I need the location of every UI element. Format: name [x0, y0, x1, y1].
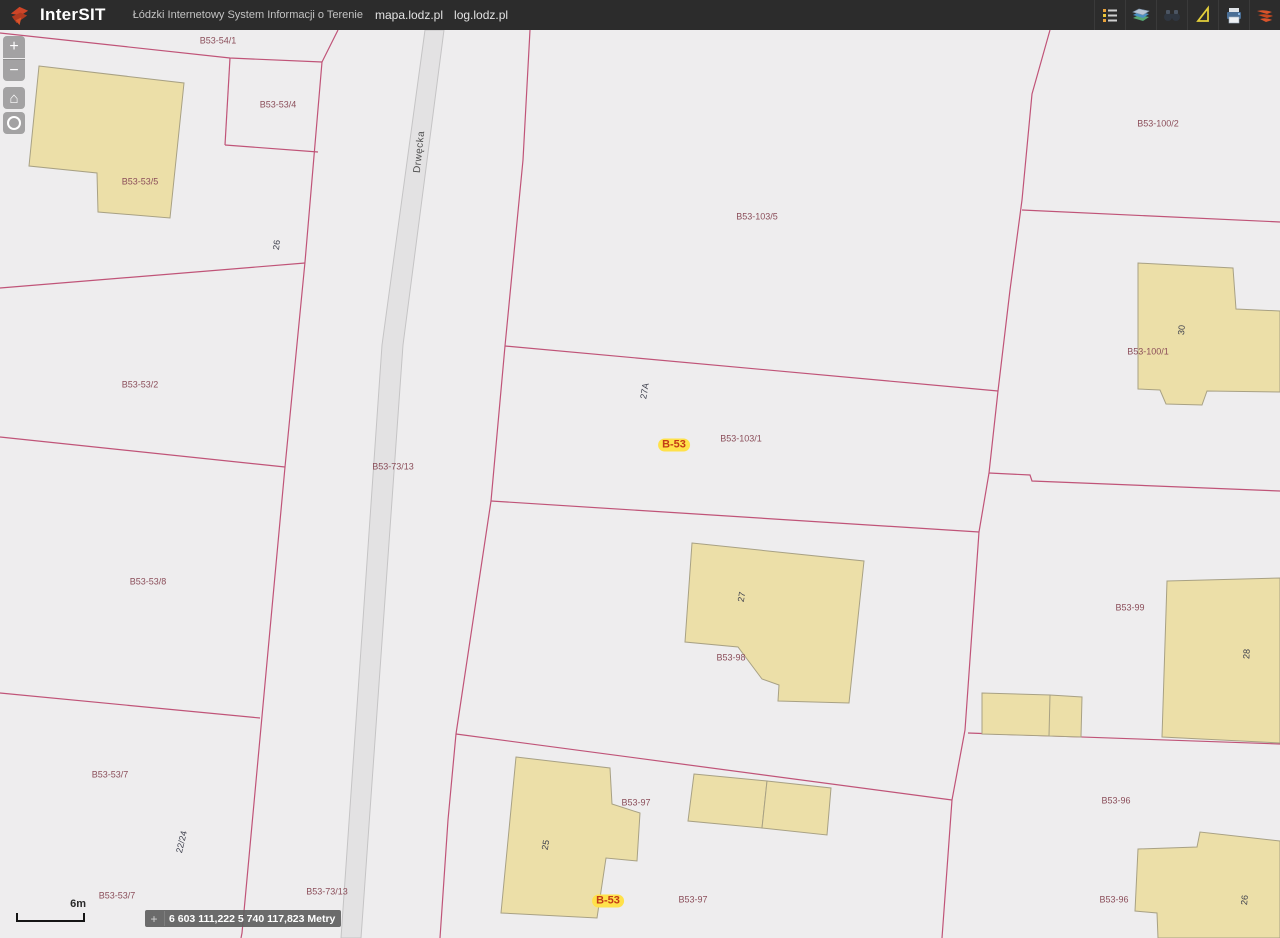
legend-icon [1100, 5, 1120, 25]
measure-icon [1193, 5, 1213, 25]
map-background[interactable] [0, 0, 1280, 938]
layers-icon [1131, 5, 1151, 25]
scale-bar-label: 6m [70, 898, 86, 910]
topbar-links: mapa.lodz.pl log.lodz.pl [375, 8, 508, 22]
building-polygon[interactable] [982, 693, 1050, 736]
partner-logo-button[interactable] [1249, 0, 1280, 30]
app-subtitle: Łódzki Internetowy System Informacji o T… [133, 9, 363, 21]
zoom-in-button[interactable]: + [3, 36, 25, 58]
building-polygon[interactable] [762, 781, 831, 835]
zoom-out-button[interactable]: − [3, 59, 25, 81]
map-canvas[interactable]: B53-54/1B53-53/4B53-53/5B53-100/2B53-103… [0, 0, 1280, 938]
home-extent-button[interactable]: ⌂ [3, 87, 25, 109]
building-polygon[interactable] [688, 774, 767, 828]
coordinates-box: + 6 603 111,222 5 740 117,823 Metry [145, 910, 341, 927]
intersit-logo-icon [8, 4, 31, 27]
scale-bar-rule [16, 913, 85, 922]
link-log-lodz-pl[interactable]: log.lodz.pl [454, 8, 508, 22]
layers-button[interactable] [1125, 0, 1156, 30]
legend-button[interactable] [1094, 0, 1125, 30]
scale-bar: 6m [16, 903, 83, 922]
print-icon [1224, 5, 1244, 25]
crosshair-icon: + [147, 911, 165, 926]
locate-icon [7, 116, 21, 130]
link-mapa-lodz-pl[interactable]: mapa.lodz.pl [375, 8, 443, 22]
print-button[interactable] [1218, 0, 1249, 30]
wings-icon [1255, 5, 1275, 25]
measure-button[interactable] [1187, 0, 1218, 30]
toolbar-icons [1094, 0, 1280, 30]
top-bar: InterSIT Łódzki Internetowy System Infor… [0, 0, 1280, 30]
building-polygon[interactable] [1049, 695, 1082, 737]
map-svg[interactable] [0, 0, 1280, 938]
building-polygon[interactable] [1162, 578, 1280, 743]
locate-button[interactable] [3, 112, 25, 134]
binoculars-icon [1162, 5, 1182, 25]
app-title: InterSIT [40, 5, 106, 25]
search-button[interactable] [1156, 0, 1187, 30]
coordinates-text: 6 603 111,222 5 740 117,823 Metry [169, 913, 335, 925]
